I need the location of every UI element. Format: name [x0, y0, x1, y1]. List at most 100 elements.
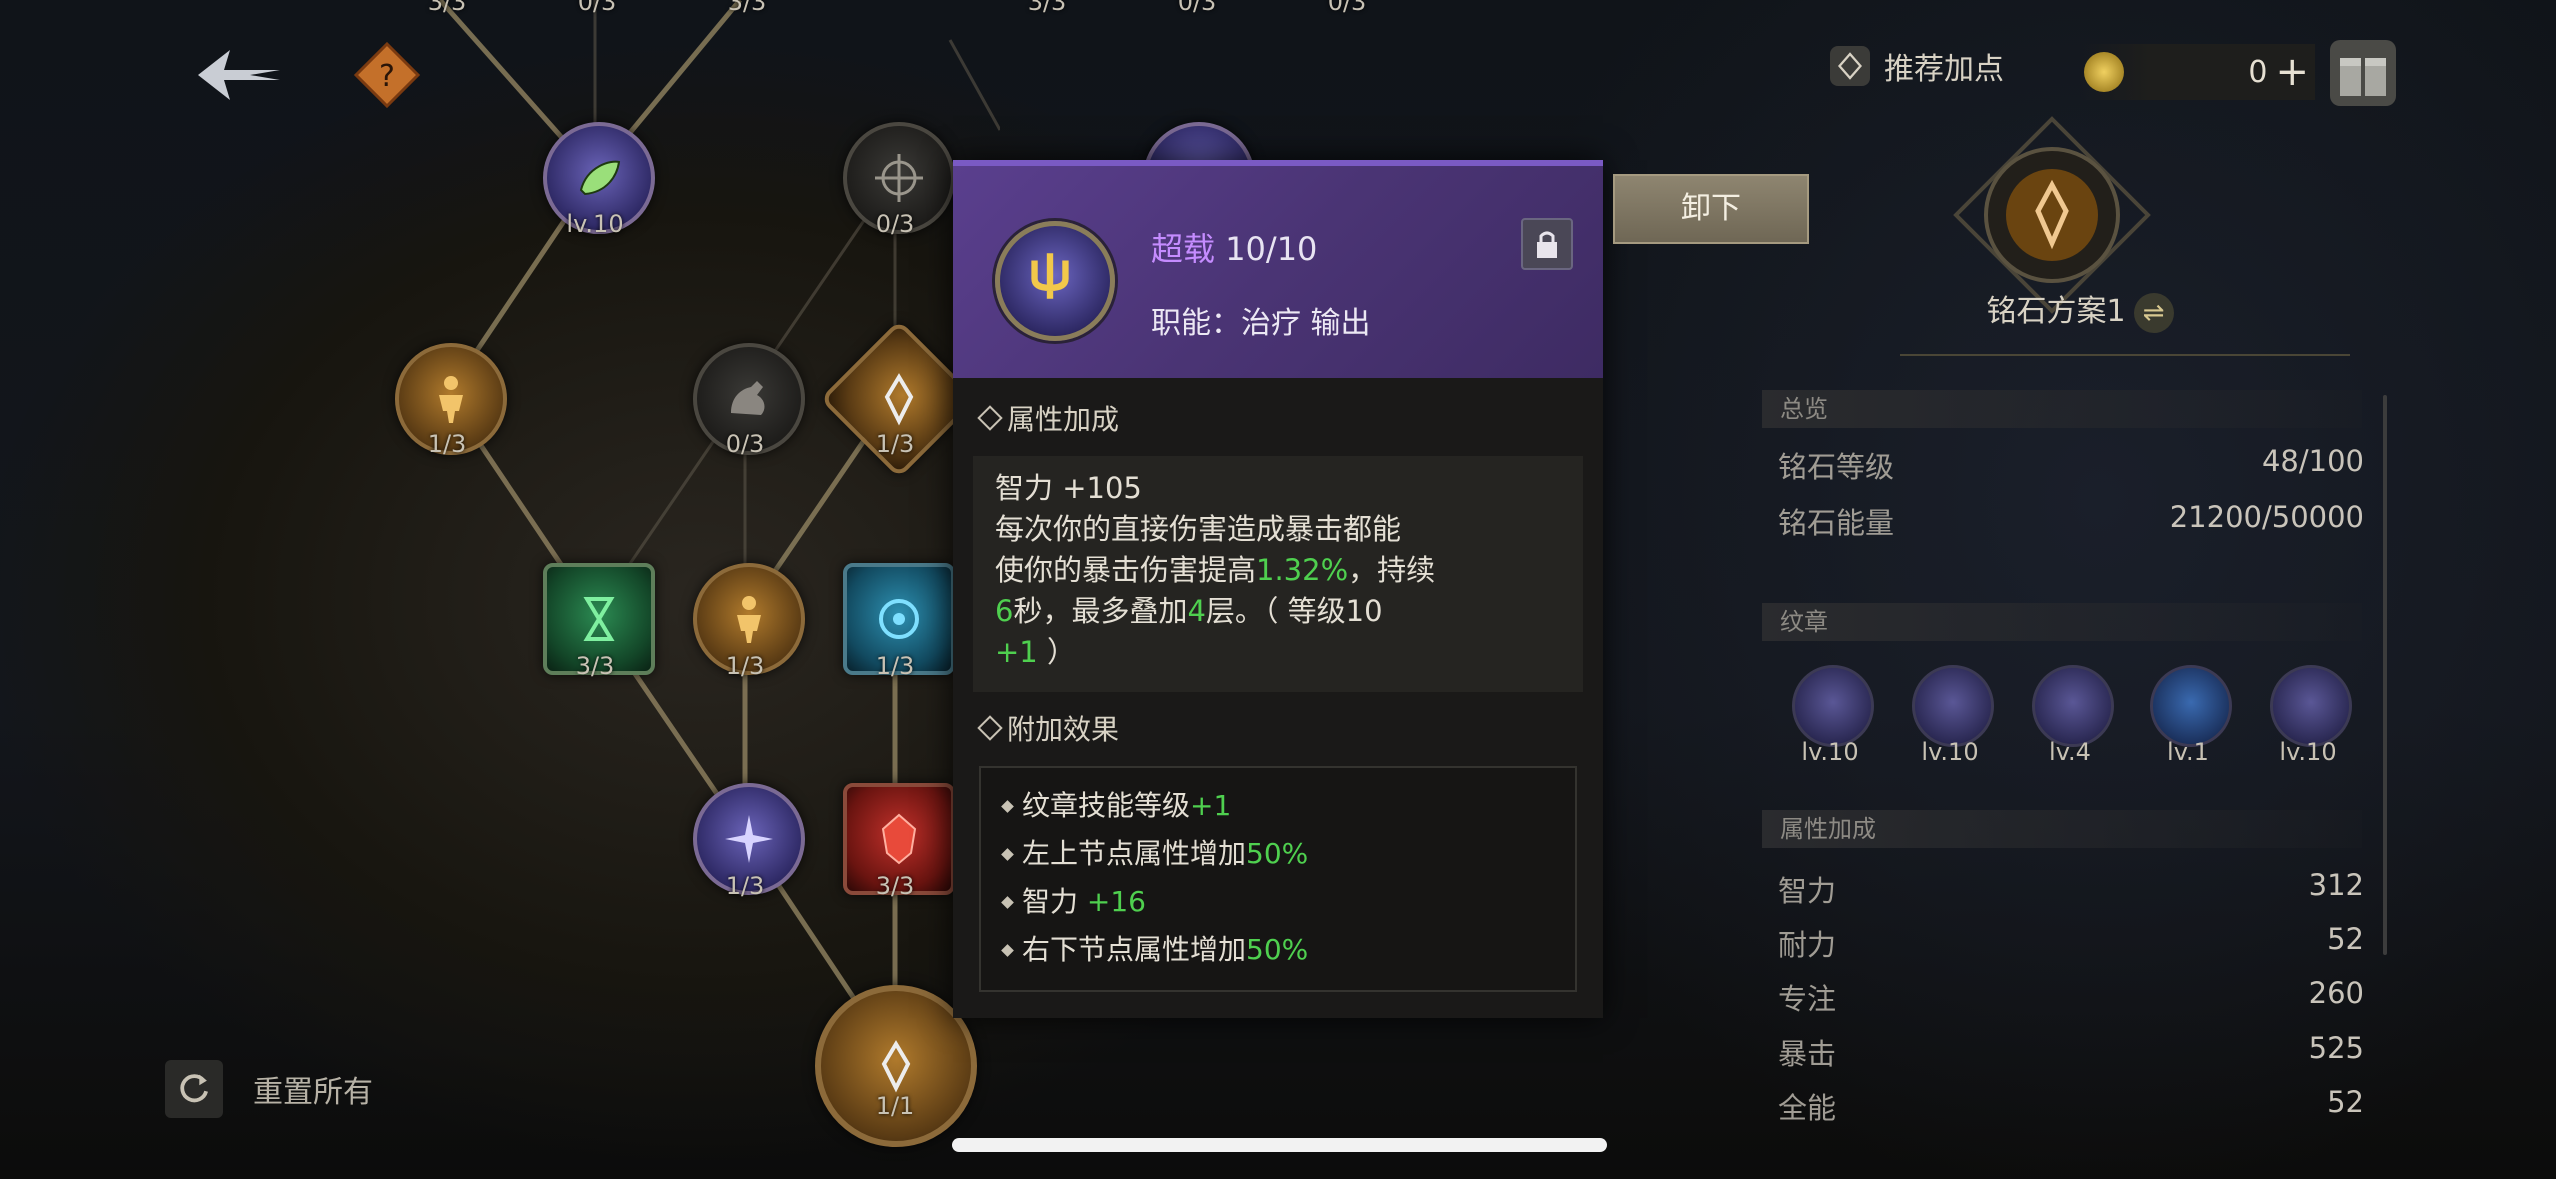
recommend-icon: [1830, 46, 1870, 86]
attr-desc-line: 每次你的直接伤害造成暴击都能: [995, 512, 1402, 546]
attr-text: 秒，最多叠加: [1013, 594, 1188, 628]
stat-value: 525: [2308, 1031, 2364, 1065]
red-crest-icon: [881, 813, 917, 865]
attr-highlight: 6: [995, 594, 1014, 628]
stat-value: 312: [2308, 868, 2364, 902]
add-points-button[interactable]: +: [2275, 52, 2309, 92]
rune-detail-popup: 超载 10/10 职能：治疗 输出 属性加成 智力 +105 每次你的直接伤害造…: [953, 160, 1603, 1018]
attr-highlight: +1: [995, 635, 1038, 669]
emblem-scheme-icon[interactable]: [1952, 115, 2152, 315]
coin-icon: [2084, 52, 2124, 92]
emblem-trident-icon[interactable]: [1912, 665, 1994, 747]
stat-value: 21200/50000: [2169, 500, 2364, 534]
back-button[interactable]: [190, 40, 290, 110]
section-emblems: 纹章: [1762, 603, 2362, 641]
extra-section-title: 附加效果: [977, 708, 1119, 748]
emblem-leaf-icon[interactable]: [1792, 665, 1874, 747]
extra-effect-item: 左上节点属性增加50%: [1001, 830, 1553, 878]
emblem-level: lv.10: [2279, 738, 2337, 766]
stat-row: 全能 52: [1778, 1085, 2364, 1127]
extra-effect-item: 智力 +16: [1001, 878, 1553, 926]
attr-title-text: 属性加成: [1007, 403, 1120, 436]
attr-text: 层。（ 等级10: [1205, 594, 1383, 628]
extra-effects-list: 纹章技能等级+1 左上节点属性增加50% 智力 +16 右下节点属性增加50%: [979, 766, 1577, 992]
arm-icon: [731, 381, 765, 415]
bullet-icon: [1001, 895, 1014, 909]
scheme-selector[interactable]: 铭石方案1 ⇌: [1760, 286, 2400, 333]
rune-level: 10/10: [1225, 230, 1318, 268]
extra-value: +1: [1190, 789, 1232, 822]
reset-label: 重置所有: [253, 1075, 373, 1110]
tree-node-label: 1/1: [875, 1092, 915, 1120]
crosshair-icon: [875, 154, 923, 202]
target-icon: [879, 599, 919, 639]
extra-value: +16: [1086, 885, 1146, 918]
tree-node-label: 0/3: [875, 210, 915, 238]
svg-text:?: ?: [379, 59, 395, 94]
attr-highlight: 4: [1187, 594, 1206, 628]
stat-row: 智力 312: [1778, 868, 2364, 910]
popup-header: 超载 10/10 职能：治疗 输出: [953, 160, 1603, 378]
divider: [1900, 354, 2350, 356]
stat-row: 暴击 525: [1778, 1031, 2364, 1073]
home-indicator[interactable]: [952, 1138, 1607, 1152]
tree-node-label: 1/3: [875, 430, 915, 458]
tree-node-label: 3/3: [575, 652, 615, 680]
swap-scheme-icon[interactable]: ⇌: [2133, 292, 2174, 333]
emblem-flame-icon[interactable]: [2150, 665, 2232, 747]
tree-node-label: 0/3: [1177, 0, 1217, 16]
reset-all-button[interactable]: 重置所有: [165, 1060, 373, 1118]
stat-label: 专注: [1778, 982, 1837, 1016]
game-screen: 3/3 0/3 3/3 3/3 0/3 0/3 lv.10 0/3 1/3 0/…: [0, 0, 2556, 1179]
tree-node-label: 3/3: [727, 0, 767, 16]
stat-value: 260: [2308, 976, 2364, 1010]
tree-node-label: 3/3: [427, 0, 467, 16]
rune-role: 职能：治疗 输出: [1151, 306, 1371, 341]
tree-node-label: 0/3: [577, 0, 617, 16]
tree-node-label: 1/3: [725, 872, 765, 900]
stat-row: 铭石能量 21200/50000: [1778, 500, 2364, 542]
points-display: 0 +: [2080, 44, 2315, 100]
recommend-points-button[interactable]: 推荐加点: [1830, 44, 2004, 88]
section-overview: 总览: [1762, 390, 2362, 428]
stat-label: 全能: [1778, 1091, 1837, 1125]
help-icon: ?: [353, 41, 421, 109]
attr-stat: 智力 +105: [995, 471, 1142, 505]
bullet-icon: [1001, 799, 1014, 813]
gift-icon: [2340, 58, 2386, 96]
help-button[interactable]: ?: [352, 40, 422, 110]
tree-node-label: 1/3: [875, 652, 915, 680]
trident-icon: [995, 221, 1115, 341]
body-icon: [737, 596, 761, 643]
lock-button[interactable]: [1521, 218, 1573, 270]
attr-description: 智力 +105 每次你的直接伤害造成暴击都能 使你的暴击伤害提高1.32%，持续…: [973, 456, 1583, 692]
attr-section-title: 属性加成: [977, 398, 1120, 438]
stat-row: 耐力 52: [1778, 922, 2364, 964]
points-value: 0: [2248, 54, 2268, 90]
stat-row: 专注 260: [1778, 976, 2364, 1018]
extra-value: 50%: [1246, 837, 1309, 870]
extra-text: 右下节点属性增加: [1022, 933, 1247, 966]
tree-node-label: 1/3: [427, 430, 467, 458]
bullet-icon: [1001, 943, 1014, 957]
stat-row: 铭石等级 48/100: [1778, 444, 2364, 486]
tree-node-label: 3/3: [1027, 0, 1067, 16]
rune-title: 超载 10/10: [1151, 224, 1317, 270]
gift-button[interactable]: [2330, 40, 2396, 106]
recommend-label: 推荐加点: [1884, 52, 2004, 87]
body-icon: [439, 376, 463, 423]
rune-diamond-icon: [884, 373, 914, 426]
unequip-button[interactable]: 卸下: [1613, 174, 1809, 244]
star-icon: [725, 815, 773, 863]
stat-value: 48/100: [2261, 444, 2364, 478]
extra-text: 左上节点属性增加: [1022, 837, 1247, 870]
rune-name: 超载: [1151, 230, 1216, 268]
stat-label: 耐力: [1778, 928, 1837, 962]
panel-scrollbar[interactable]: [2383, 395, 2387, 955]
emblem-horns-icon[interactable]: [2270, 665, 2352, 747]
emblem-swirl-icon[interactable]: [2032, 665, 2114, 747]
leaf-icon: [579, 160, 621, 196]
attr-text: ）: [1037, 635, 1076, 669]
tree-node-label: lv.10: [566, 210, 624, 238]
emblem-level: lv.10: [1801, 738, 1859, 766]
